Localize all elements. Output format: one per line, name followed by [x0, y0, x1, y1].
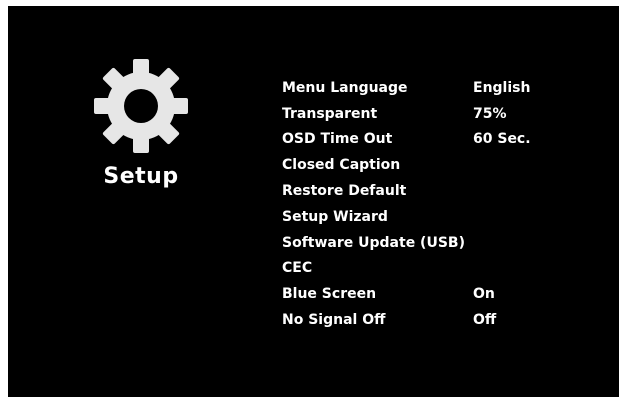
menu-item-cec[interactable]: CEC — [282, 256, 582, 282]
menu-item-no-signal-off[interactable]: No Signal Off Off — [282, 307, 582, 333]
menu-item-software-update[interactable]: Software Update (USB) — [282, 230, 582, 256]
category-panel: Setup — [86, 56, 196, 189]
category-title: Setup — [103, 164, 179, 189]
menu-item-closed-caption[interactable]: Closed Caption — [282, 152, 582, 178]
menu-item-label: CEC — [282, 260, 313, 277]
menu-item-label: No Signal Off — [282, 312, 386, 329]
menu-item-label: Closed Caption — [282, 157, 401, 174]
gear-icon — [94, 59, 188, 153]
menu-item-restore-default[interactable]: Restore Default — [282, 178, 582, 204]
menu-item-value: Off — [473, 312, 497, 329]
menu-item-label: Blue Screen — [282, 286, 377, 303]
osd-screen: Setup Menu Language English Transparent … — [8, 6, 619, 397]
menu-item-label: Setup Wizard — [282, 208, 388, 225]
menu-item-label: Restore Default — [282, 183, 407, 200]
menu-item-label: Menu Language — [282, 79, 408, 96]
menu-item-menu-language[interactable]: Menu Language English — [282, 75, 582, 101]
menu-item-label: OSD Time Out — [282, 131, 393, 148]
menu-item-setup-wizard[interactable]: Setup Wizard — [282, 204, 582, 230]
menu-item-transparent[interactable]: Transparent 75% — [282, 101, 582, 127]
menu-item-value: On — [473, 286, 495, 303]
menu-item-value: 60 Sec. — [473, 131, 531, 148]
menu-item-value: 75% — [473, 105, 507, 122]
menu-item-label: Transparent — [282, 105, 378, 122]
menu-item-blue-screen[interactable]: Blue Screen On — [282, 281, 582, 307]
menu-item-osd-time-out[interactable]: OSD Time Out 60 Sec. — [282, 127, 582, 153]
menu-item-label: Software Update (USB) — [282, 234, 465, 251]
setup-menu: Menu Language English Transparent 75% OS… — [282, 75, 582, 333]
menu-item-value: English — [473, 79, 531, 96]
